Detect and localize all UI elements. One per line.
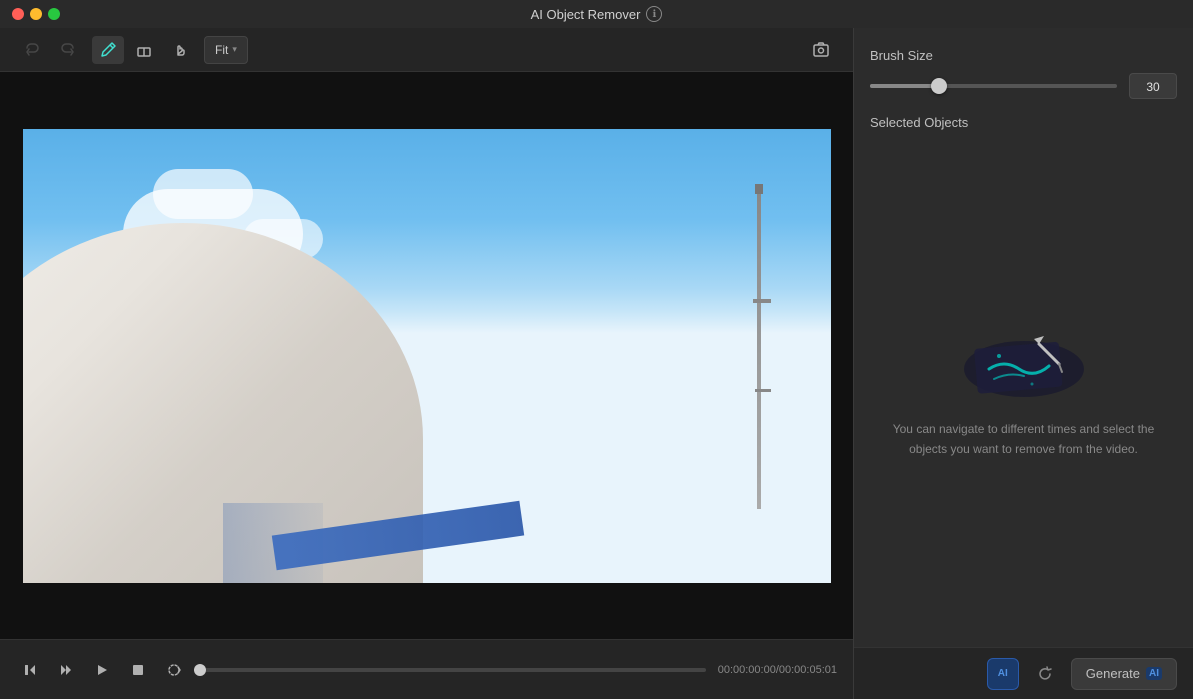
brush-slider-fill [870,84,939,88]
window-controls [12,8,60,20]
right-panel: Brush Size 30 Selected Objects [853,28,1193,699]
brush-size-label: Brush Size [870,48,1177,63]
tool-controls [92,36,196,64]
eraser-tool-button[interactable] [128,36,160,64]
antenna-arm-2 [755,389,771,392]
bottom-bar: AI Generate AI [854,647,1193,699]
generate-label: Generate [1086,666,1140,681]
empty-hint-text: You can navigate to different times and … [884,420,1164,458]
selected-objects-section: Selected Objects [870,115,1177,130]
fit-chevron-icon: ▾ [232,44,237,55]
fit-button[interactable]: Fit ▾ [204,36,248,64]
loop-button[interactable] [160,656,188,684]
brush-size-section: Brush Size 30 [870,48,1177,99]
history-controls [16,36,84,64]
hand-tool-button[interactable] [164,36,196,64]
generate-ai-icon: AI [1146,667,1162,680]
main-content: Fit ▾ [0,28,1193,699]
antenna-arm-1 [753,299,771,303]
screenshot-button[interactable] [805,36,837,64]
timeline-time: 00:00:00:00/00:00:05:01 [718,664,837,676]
objects-empty-area: You can navigate to different times and … [870,146,1177,627]
right-panel-content: Brush Size 30 Selected Objects [854,28,1193,647]
refresh-button[interactable] [1029,658,1061,690]
stop-button[interactable] [124,656,152,684]
minimize-button[interactable] [30,8,42,20]
timeline-thumb[interactable] [194,664,206,676]
video-area[interactable] [0,72,853,639]
title-bar: AI Object Remover ℹ [0,0,1193,28]
antenna [757,189,761,509]
brush-tool-button[interactable] [92,36,124,64]
title-text: AI Object Remover [531,7,641,22]
play-button[interactable] [88,656,116,684]
brush-value[interactable]: 30 [1129,73,1177,99]
brush-slider-track [870,84,1117,88]
cloud-2 [153,169,253,219]
step-back-button[interactable] [16,656,44,684]
undo-button[interactable] [16,36,48,64]
selected-objects-label: Selected Objects [870,115,1177,130]
redo-button[interactable] [52,36,84,64]
editor-panel: Fit ▾ [0,28,853,699]
brush-slider-container[interactable] [870,76,1117,96]
info-icon[interactable]: ℹ [646,6,662,22]
video-image [23,129,831,583]
timeline-bar: 00:00:00:00/00:00:05:01 [0,639,853,699]
brush-size-row: 30 [870,73,1177,99]
timeline-controls [16,656,188,684]
fit-label: Fit [215,43,228,57]
close-button[interactable] [12,8,24,20]
play-back-button[interactable] [52,656,80,684]
maximize-button[interactable] [48,8,60,20]
app-title: AI Object Remover ℹ [531,6,663,22]
generate-button[interactable]: Generate AI [1071,658,1177,690]
empty-illustration [954,314,1094,404]
brush-slider-thumb[interactable] [931,78,947,94]
video-frame [23,129,831,583]
ai-badge: AI [987,658,1019,690]
antenna-top [755,184,763,194]
timeline-track[interactable] [200,668,706,672]
toolbar: Fit ▾ [0,28,853,72]
